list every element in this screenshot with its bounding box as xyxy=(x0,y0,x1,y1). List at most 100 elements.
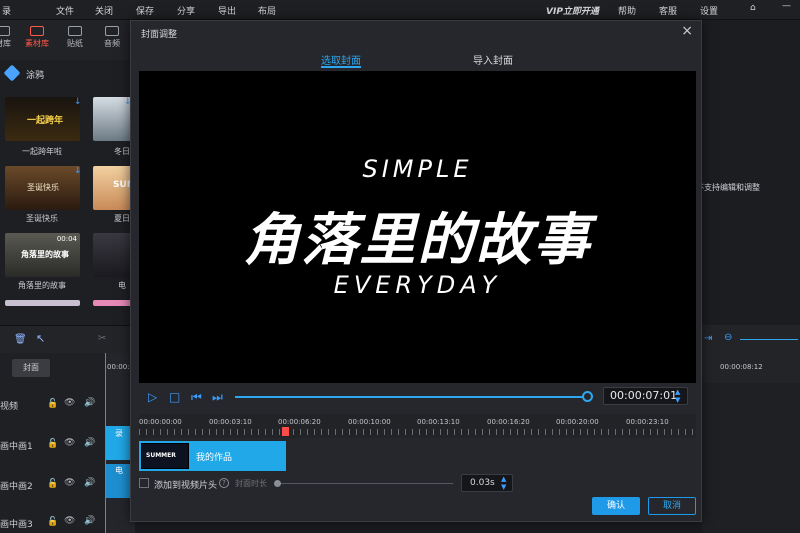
track-headers: 封面 视频 画中画1 画中画2 画中画3 🔓 👁 🔊 🔓 👁 🔊 🔓 👁 🔊 🔓… xyxy=(0,353,105,533)
lock-icon[interactable]: 🔓 xyxy=(47,399,58,409)
preview-line-2: 角落里的故事 xyxy=(243,208,592,273)
tab-media[interactable]: 材库 xyxy=(0,26,18,49)
tab-library[interactable]: 素材库 xyxy=(22,26,52,49)
ruler-label: 00:00:03:10 xyxy=(209,418,252,426)
tab-label: 音频 xyxy=(104,39,120,48)
stop-icon[interactable]: □ xyxy=(169,390,180,404)
lock-icon[interactable]: 🔓 xyxy=(47,439,58,449)
thumb-label: 一起跨年啦 xyxy=(22,147,62,156)
template-thumb[interactable] xyxy=(5,300,80,306)
dialog-ruler[interactable]: 00:00:00:00 00:00:03:10 00:00:06:20 00:0… xyxy=(139,414,696,438)
ruler-label: 00:00:13:10 xyxy=(417,418,460,426)
asset-panel: 涂鸦 一起跨年 ↓ 一起跨年啦 ↓ 冬日 圣诞快乐 ↓ 圣诞快乐 SUM 夏日 … xyxy=(0,60,168,325)
thumb-label: 圣诞快乐 xyxy=(26,214,58,223)
time-stepper[interactable]: ▲ ▼ xyxy=(675,388,680,404)
menu-file[interactable]: 文件 xyxy=(56,4,74,17)
template-thumb[interactable]: 一起跨年 xyxy=(5,97,80,141)
duration-slider[interactable] xyxy=(277,483,453,484)
cancel-button[interactable]: 取消 xyxy=(648,497,696,515)
library-icon xyxy=(30,26,44,36)
asset-toolbar: 材库 素材库 贴纸 音频 xyxy=(0,20,130,60)
clip-label: 我的作品 xyxy=(196,453,233,463)
confirm-button[interactable]: 确认 xyxy=(592,497,640,515)
minimize-icon[interactable]: — xyxy=(782,1,791,11)
track-pip3: 画中画3 xyxy=(0,520,33,530)
timeline-clip[interactable]: 电 xyxy=(106,464,132,498)
add-to-start-checkbox[interactable] xyxy=(139,478,149,488)
home-icon[interactable]: ⌂ xyxy=(750,3,756,13)
download-icon[interactable]: ↓ xyxy=(74,166,82,176)
playback-progress[interactable] xyxy=(235,396,587,398)
tab-label: 材库 xyxy=(0,39,11,48)
menu-partial[interactable]: 录 xyxy=(2,4,11,17)
work-clip[interactable]: SUMMER 我的作品 xyxy=(139,441,286,471)
duration-badge: 00:04 xyxy=(56,235,77,243)
menu-close[interactable]: 关闭 xyxy=(95,4,113,17)
add-to-start-label[interactable]: 添加到视频片头 xyxy=(154,478,217,491)
prev-frame-icon[interactable]: ⏮ xyxy=(191,390,202,405)
category-title[interactable]: 涂鸦 xyxy=(26,68,44,81)
audio-icon xyxy=(105,26,119,36)
duration-label: 封面时长 xyxy=(235,479,267,488)
menu-save[interactable]: 保存 xyxy=(136,4,154,17)
playhead[interactable] xyxy=(105,353,106,533)
next-frame-icon[interactable]: ⏭ xyxy=(212,390,223,405)
template-thumb[interactable]: 圣诞快乐 xyxy=(5,166,80,210)
timeline-clip[interactable]: 录 xyxy=(106,426,132,460)
cover-marker[interactable] xyxy=(282,427,289,436)
menu-help[interactable]: 帮助 xyxy=(618,4,636,17)
export-icon[interactable]: ⇥ xyxy=(704,333,712,344)
menu-service[interactable]: 客服 xyxy=(659,4,677,17)
tab-select-cover[interactable]: 选取封面 xyxy=(321,52,361,67)
clip-label: 电 xyxy=(115,466,123,475)
tab-import-cover[interactable]: 导入封面 xyxy=(473,52,513,67)
tab-audio[interactable]: 音频 xyxy=(97,26,127,49)
eye-icon[interactable]: 👁 xyxy=(64,438,75,448)
eye-icon[interactable]: 👁 xyxy=(64,478,75,488)
tab-sticker[interactable]: 贴纸 xyxy=(60,26,90,49)
volume-icon[interactable]: 🔊 xyxy=(84,516,95,526)
timeline-tracks-right xyxy=(702,383,800,533)
vip-link[interactable]: VIP立即开通 xyxy=(546,4,599,17)
zoom-slider[interactable] xyxy=(740,339,798,340)
ruler-label: 00:00:06:20 xyxy=(278,418,321,426)
duration-knob[interactable] xyxy=(274,480,281,487)
delete-icon[interactable]: 🗑 xyxy=(14,334,27,345)
menu-bar: 录 文件 关闭 保存 分享 导出 布局 VIP立即开通 帮助 客服 设置 ⌂ — xyxy=(0,0,800,20)
ruler-label: 00:00:00:00 xyxy=(139,418,182,426)
timeline-ruler-right: 00:00:08:12 xyxy=(702,353,800,383)
download-icon[interactable]: ↓ xyxy=(74,97,82,107)
menu-export[interactable]: 导出 xyxy=(218,4,236,17)
cover-button[interactable]: 封面 xyxy=(12,359,50,377)
thumb-overlay: 角落里的故事 xyxy=(21,250,69,259)
tab-label: 贴纸 xyxy=(67,39,83,48)
volume-icon[interactable]: 🔊 xyxy=(84,398,95,408)
split-icon[interactable]: ✂ xyxy=(98,333,106,344)
ruler-label: 00:00:10:00 xyxy=(348,418,391,426)
close-icon[interactable]: × xyxy=(681,23,693,39)
menu-settings[interactable]: 设置 xyxy=(700,4,718,17)
track-pip2: 画中画2 xyxy=(0,482,33,492)
duration-stepper[interactable]: ▲ ▼ xyxy=(501,475,506,491)
menu-layout[interactable]: 布局 xyxy=(258,4,276,17)
eye-icon[interactable]: 👁 xyxy=(64,398,75,408)
tab-label: 素材库 xyxy=(25,39,49,48)
menu-share[interactable]: 分享 xyxy=(177,4,195,17)
lock-icon[interactable]: 🔓 xyxy=(47,517,58,527)
progress-knob[interactable] xyxy=(582,391,593,402)
volume-icon[interactable]: 🔊 xyxy=(84,478,95,488)
cover-dialog: 封面调整 × 选取封面 导入封面 SIMPLE 角落里的故事 EVERYDAY … xyxy=(130,20,702,522)
template-thumb[interactable]: 角落里的故事 00:04 xyxy=(5,233,80,277)
select-icon[interactable]: ↖ xyxy=(36,332,45,345)
ruler-time: 00:00:08:12 xyxy=(720,363,763,371)
zoom-out-icon[interactable]: ⊖ xyxy=(724,332,732,343)
unsupported-note: 不支持编辑和调整 xyxy=(696,183,760,192)
volume-icon[interactable]: 🔊 xyxy=(84,438,95,448)
help-icon[interactable]: ? xyxy=(219,478,229,488)
timeline-toolbar: 🗑 ↖ ✂ xyxy=(0,325,130,353)
lock-icon[interactable]: 🔓 xyxy=(47,479,58,489)
clip-thumb-text: SUMMER xyxy=(146,452,176,459)
play-icon[interactable]: ▷ xyxy=(148,390,157,404)
eye-icon[interactable]: 👁 xyxy=(64,516,75,526)
ruler-label: 00:00:20:00 xyxy=(556,418,599,426)
